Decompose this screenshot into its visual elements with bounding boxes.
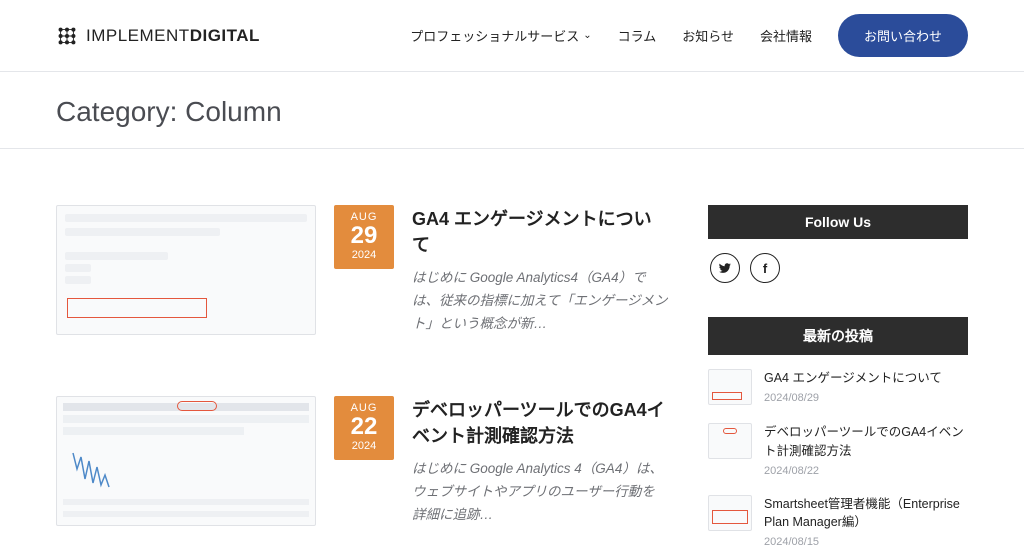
- twitter-icon[interactable]: [710, 253, 740, 283]
- post-year: 2024: [334, 249, 394, 261]
- recent-post-date: 2024/08/29: [764, 392, 968, 404]
- recent-post-title[interactable]: デベロッパーツールでのGA4イベント計測確認方法: [764, 423, 968, 461]
- recent-post-title[interactable]: GA4 エンゲージメントについて: [764, 369, 968, 388]
- post-thumbnail[interactable]: [56, 205, 316, 335]
- main-nav: プロフェッショナルサービス ⌄ コラム お知らせ 会社情報 お問い合わせ: [410, 14, 968, 57]
- recent-thumbnail[interactable]: [708, 423, 752, 459]
- recent-thumbnail[interactable]: [708, 495, 752, 531]
- recent-post-date: 2024/08/22: [764, 465, 968, 477]
- nav-company[interactable]: 会社情報: [760, 26, 812, 45]
- page-title-bar: Category: Column: [0, 72, 1024, 148]
- follow-us-heading: Follow Us: [708, 205, 968, 239]
- sidebar: Follow Us f 最新の投稿 GA4 エンゲージメントについて 2024/…: [708, 205, 968, 548]
- brand-logo[interactable]: IMPLEMENTDIGITAL: [56, 25, 260, 47]
- post-excerpt: はじめに Google Analytics 4（GA4）は、ウェブサイトやアプリ…: [412, 458, 668, 527]
- post-item: AUG 22 2024 デベロッパーツールでのGA4イベント計測確認方法 はじめ…: [56, 396, 668, 527]
- logo-icon: [56, 25, 78, 47]
- post-day: 29: [334, 223, 394, 249]
- follow-us-block: Follow Us f: [708, 205, 968, 283]
- post-year: 2024: [334, 440, 394, 452]
- post-body: GA4 エンゲージメントについて はじめに Google Analytics4（…: [412, 205, 668, 336]
- chevron-down-icon: ⌄: [583, 30, 591, 41]
- nav-professional-services[interactable]: プロフェッショナルサービス ⌄: [410, 26, 591, 45]
- recent-post-title[interactable]: Smartsheet管理者機能（Enterprise Plan Manager編…: [764, 495, 968, 533]
- post-date-badge: AUG 22 2024: [334, 396, 394, 460]
- nav-label: プロフェッショナルサービス: [410, 26, 579, 45]
- post-month: AUG: [334, 402, 394, 414]
- post-excerpt: はじめに Google Analytics4（GA4）では、従来の指標に加えて「…: [412, 267, 668, 336]
- post-thumbnail[interactable]: [56, 396, 316, 526]
- recent-post-item: Smartsheet管理者機能（Enterprise Plan Manager編…: [708, 495, 968, 549]
- contact-button[interactable]: お問い合わせ: [838, 14, 968, 57]
- facebook-icon[interactable]: f: [750, 253, 780, 283]
- post-day: 22: [334, 414, 394, 440]
- post-list: AUG 29 2024 GA4 エンゲージメントについて はじめに Google…: [56, 205, 668, 548]
- post-title[interactable]: デベロッパーツールでのGA4イベント計測確認方法: [412, 396, 668, 448]
- post-item: AUG 29 2024 GA4 エンゲージメントについて はじめに Google…: [56, 205, 668, 336]
- recent-posts-block: 最新の投稿 GA4 エンゲージメントについて 2024/08/29 デベロッパー…: [708, 317, 968, 548]
- post-date-badge: AUG 29 2024: [334, 205, 394, 269]
- nav-column[interactable]: コラム: [618, 26, 657, 45]
- post-title[interactable]: GA4 エンゲージメントについて: [412, 205, 668, 257]
- brand-text: IMPLEMENTDIGITAL: [86, 26, 260, 46]
- nav-news[interactable]: お知らせ: [682, 26, 734, 45]
- post-body: デベロッパーツールでのGA4イベント計測確認方法 はじめに Google Ana…: [412, 396, 668, 527]
- recent-posts-heading: 最新の投稿: [708, 317, 968, 355]
- recent-thumbnail[interactable]: [708, 369, 752, 405]
- social-links: f: [708, 253, 968, 283]
- recent-post-item: デベロッパーツールでのGA4イベント計測確認方法 2024/08/22: [708, 423, 968, 477]
- page-title: Category: Column: [56, 96, 968, 128]
- page-body: AUG 29 2024 GA4 エンゲージメントについて はじめに Google…: [32, 149, 992, 548]
- recent-post-item: GA4 エンゲージメントについて 2024/08/29: [708, 369, 968, 405]
- recent-post-list: GA4 エンゲージメントについて 2024/08/29 デベロッパーツールでのG…: [708, 369, 968, 548]
- site-header: IMPLEMENTDIGITAL プロフェッショナルサービス ⌄ コラム お知ら…: [0, 0, 1024, 72]
- recent-post-date: 2024/08/15: [764, 536, 968, 548]
